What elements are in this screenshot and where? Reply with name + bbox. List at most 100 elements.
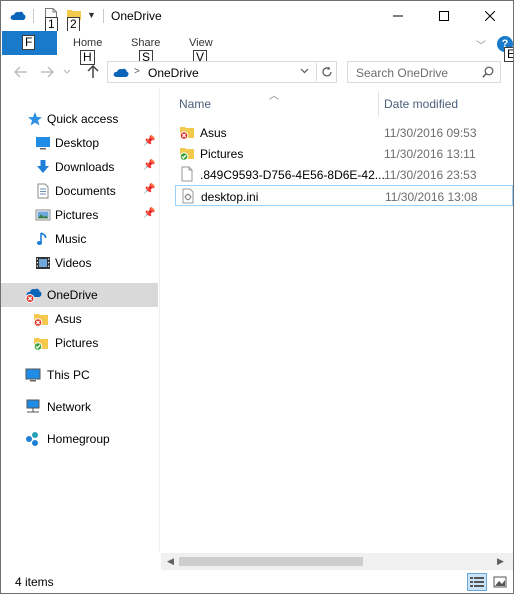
item-count: 4 items (15, 575, 54, 589)
refresh-button[interactable] (316, 63, 336, 81)
sort-ascending-icon: ︿ (269, 91, 279, 102)
nav-item-music[interactable]: Music (1, 227, 158, 251)
window-title: OneDrive (111, 9, 162, 23)
file-row-asus[interactable]: Asus 11/30/2016 09:53 (175, 122, 513, 143)
tab-share[interactable]: Share (131, 37, 160, 49)
onedrive-cloud-icon[interactable] (10, 10, 26, 24)
tab-home[interactable]: Home (73, 37, 102, 49)
up-button[interactable] (83, 63, 103, 81)
keytip-1: 1 (45, 17, 58, 32)
star-icon (27, 111, 43, 127)
nav-item-quick-access[interactable]: Quick access (1, 107, 158, 131)
minimize-icon (392, 15, 403, 17)
details-view-button[interactable] (467, 573, 487, 591)
minimize-button[interactable] (375, 1, 420, 31)
large-icons-view-icon (493, 576, 507, 588)
file-list: ︿ Name Date modified Asus 11/30/2016 09:… (161, 87, 513, 553)
nav-label: Pictures (55, 336, 99, 350)
nav-item-desktop[interactable]: Desktop 📌 (1, 131, 158, 155)
folder-error-icon (33, 311, 49, 327)
nav-label: OneDrive (47, 288, 98, 302)
file-name: Asus (200, 126, 227, 140)
address-bar[interactable]: > OneDrive (107, 61, 337, 83)
keytip-f: F (22, 35, 36, 50)
scroll-right-icon[interactable]: ▶ (497, 556, 504, 567)
pin-icon[interactable]: 📌 (143, 136, 155, 147)
address-history-dropdown-icon[interactable] (300, 66, 309, 76)
scroll-left-icon[interactable]: ◀ (167, 556, 174, 567)
nav-label: Downloads (55, 160, 115, 174)
pin-icon[interactable]: 📌 (143, 160, 155, 171)
file-date-modified: 11/30/2016 13:08 (385, 190, 478, 204)
file-row-pictures[interactable]: Pictures 11/30/2016 13:11 (175, 143, 513, 164)
folder-synced-icon (33, 335, 49, 351)
refresh-icon (321, 66, 332, 77)
file-icon (179, 166, 195, 182)
nav-item-documents[interactable]: Documents 📌 (1, 179, 158, 203)
pane-divider[interactable] (159, 87, 160, 552)
file-row-guid-file[interactable]: .849C9593-D756-4E56-8D6E-42... 11/30/201… (175, 164, 513, 185)
nav-label: Homegroup (47, 432, 110, 446)
expand-ribbon-chevron-icon[interactable]: ﹀ (476, 37, 486, 52)
maximize-button[interactable] (421, 1, 466, 31)
pictures-icon (35, 207, 51, 223)
folder-error-icon (179, 124, 195, 140)
ribbon-tabs: F Home H Share S View V ﹀ ? E (1, 31, 513, 65)
nav-label: Desktop (55, 136, 100, 150)
column-header-date-modified[interactable]: Date modified (384, 97, 458, 111)
file-row-desktop-ini[interactable]: desktop.ini 11/30/2016 13:08 (175, 185, 513, 206)
nav-item-asus[interactable]: Asus (1, 307, 158, 331)
nav-label: Pictures (55, 208, 99, 222)
title-separator (103, 9, 104, 23)
back-button[interactable] (11, 63, 31, 81)
recent-locations-button[interactable] (61, 63, 73, 81)
nav-item-onedrive-pictures[interactable]: Pictures (1, 331, 158, 355)
nav-item-pictures[interactable]: Pictures 📌 (1, 203, 158, 227)
address-row: > OneDrive Search OneDrive (1, 59, 513, 85)
nav-label: Documents (55, 184, 116, 198)
chevron-down-icon (63, 69, 71, 74)
breadcrumb-onedrive[interactable]: OneDrive (148, 66, 199, 80)
search-icon (482, 66, 494, 81)
customize-quick-access-dropdown-icon[interactable]: ▼ (87, 10, 96, 20)
column-divider[interactable] (378, 91, 379, 117)
network-icon (25, 399, 41, 415)
large-icons-view-button[interactable] (490, 573, 510, 591)
nav-item-downloads[interactable]: Downloads 📌 (1, 155, 158, 179)
nav-label: Network (47, 400, 92, 414)
pin-icon[interactable]: 📌 (143, 184, 155, 195)
nav-label: Quick access (47, 112, 119, 126)
file-date-modified: 11/30/2016 13:11 (384, 147, 476, 161)
back-arrow-icon (14, 66, 27, 78)
maximize-icon (438, 11, 449, 21)
close-icon (484, 11, 495, 21)
tab-view[interactable]: View (189, 37, 213, 49)
search-box[interactable]: Search OneDrive (347, 61, 501, 83)
forward-button[interactable] (37, 63, 57, 81)
videos-icon (35, 255, 51, 271)
horizontal-scrollbar[interactable]: ◀ ▶ (161, 553, 513, 570)
settings-file-icon (180, 188, 196, 204)
nav-label: Videos (55, 256, 92, 270)
close-button[interactable] (467, 1, 512, 31)
pin-icon[interactable]: 📌 (143, 208, 155, 219)
column-header-name[interactable]: Name (179, 97, 211, 111)
tab-file[interactable]: F (2, 31, 57, 55)
nav-item-this-pc[interactable]: This PC (1, 363, 158, 387)
file-explorer-window: 1 2 ▼ OneDrive F Home H Share S View V ﹀… (0, 0, 514, 594)
nav-label: Asus (55, 312, 82, 326)
details-view-icon (470, 577, 484, 587)
keytip-2: 2 (67, 17, 80, 32)
nav-item-onedrive[interactable]: OneDrive (1, 283, 158, 307)
file-date-modified: 11/30/2016 09:53 (384, 126, 477, 140)
onedrive-error-icon (25, 287, 42, 303)
nav-item-homegroup[interactable]: Homegroup (1, 427, 158, 451)
nav-item-network[interactable]: Network (1, 395, 158, 419)
forward-arrow-icon (41, 66, 54, 78)
search-input[interactable]: Search OneDrive (356, 66, 448, 80)
scrollbar-thumb[interactable] (179, 557, 363, 566)
nav-item-videos[interactable]: Videos (1, 251, 158, 275)
onedrive-cloud-icon (112, 67, 130, 81)
breadcrumb-chevron-icon[interactable]: > (134, 66, 140, 77)
documents-icon (35, 183, 51, 199)
